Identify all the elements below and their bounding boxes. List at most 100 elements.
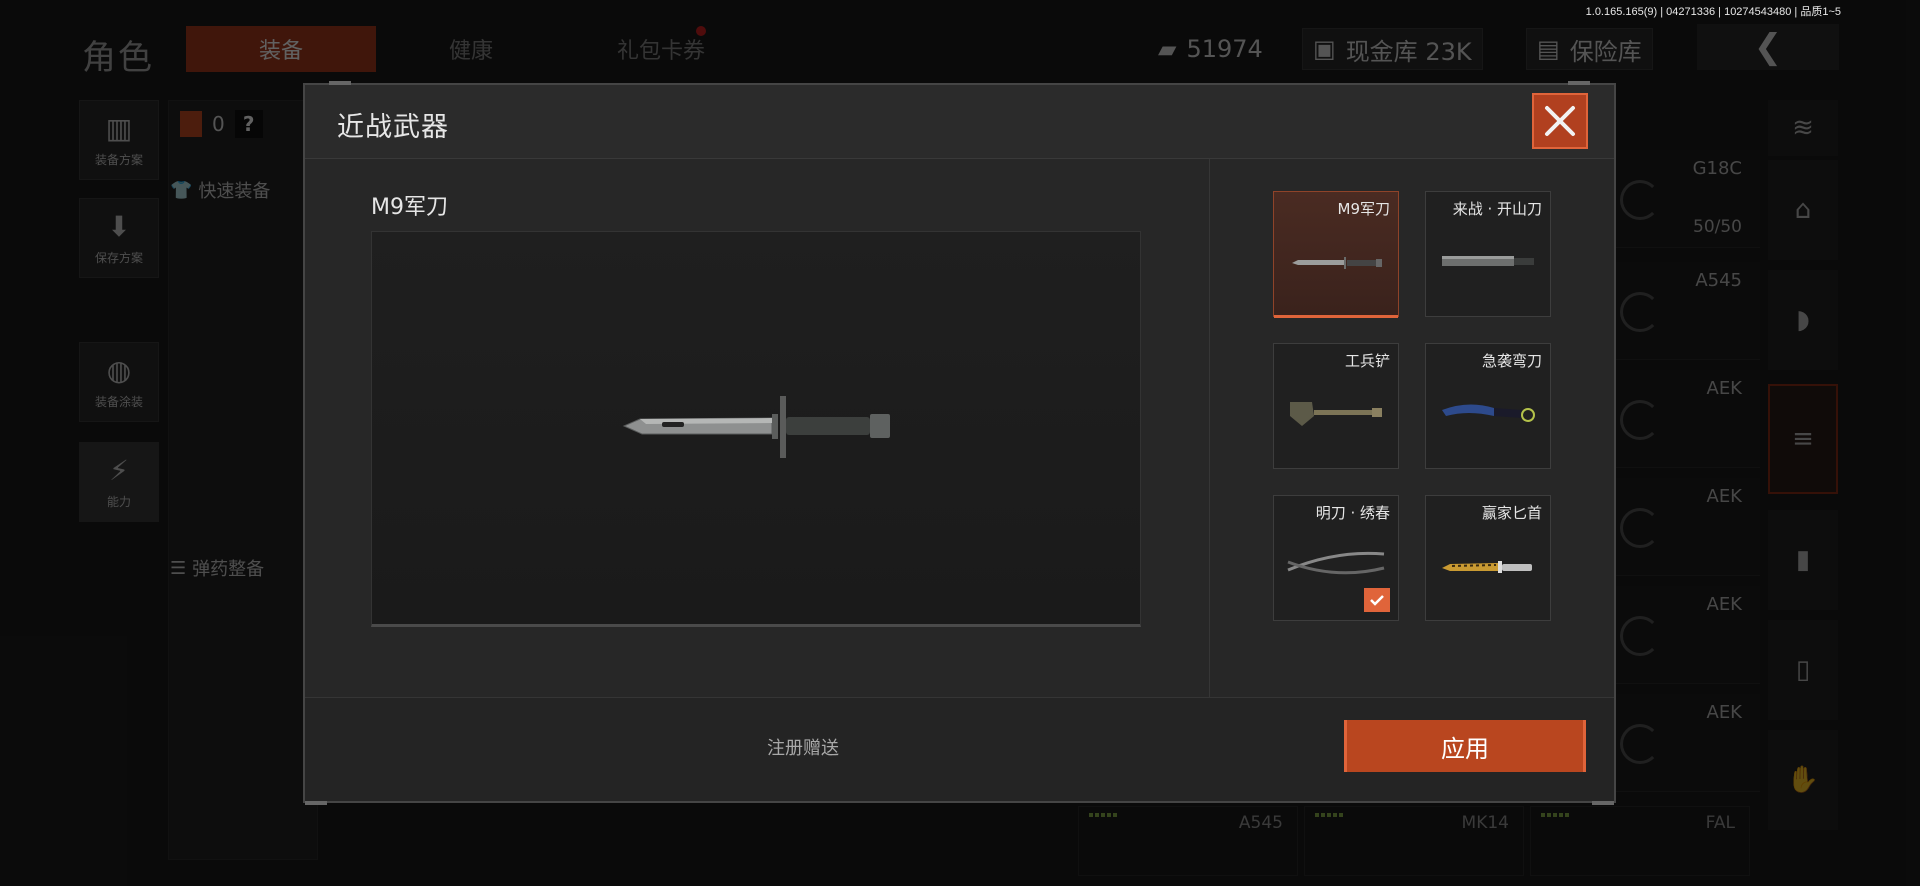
rarity-dots [1089,813,1119,817]
bottom-weapon-name: MK14 [1461,813,1509,833]
side-button-label: 能力 [106,495,131,509]
rarity-dots [1541,813,1571,817]
machete-icon [1442,256,1534,266]
equipment-panel [168,100,318,860]
backpack-icon [180,111,202,137]
bottom-weapon-name: FAL [1705,813,1735,833]
dagger-icon [1442,561,1532,573]
slot-weapon-name: AEK [1706,702,1743,723]
side-button-loadout[interactable]: ▥ 装备方案 [79,100,159,180]
back-arrow-icon: ❮ [1753,27,1783,67]
apply-button[interactable]: 应用 [1344,720,1586,772]
side-button-save[interactable]: ⬇ 保存方案 [79,198,159,278]
karambit-icon [1442,404,1535,422]
panel-divider [1209,159,1210,699]
weapon-item-name: 工兵铲 [1344,352,1390,370]
download-icon: ⬇ [107,210,131,243]
weapon-preview[interactable] [371,231,1141,627]
side-button-label: 装备方案 [94,153,143,167]
ammo-nav-icon[interactable]: ≡ [1768,384,1838,494]
side-button-ability[interactable]: ⚡ 能力 [79,442,159,522]
ammo-icon: ☰ [170,557,187,579]
dialog-footer: 注册赠送 应用 [305,697,1614,801]
slot-weapon-name: AEK [1706,486,1743,507]
m9-knife-icon [1292,257,1382,269]
check-icon [1370,595,1384,606]
weapon-item-winner-dagger[interactable]: 赢家匕首 [1425,495,1551,621]
bayonet-knife-image [622,396,890,458]
safe-icon: ▤ [1537,35,1560,63]
weapon-item-m9[interactable]: M9军刀 [1273,191,1399,318]
help-icon[interactable]: ? [234,110,263,138]
durability-ring [1620,180,1660,220]
durability-ring [1620,616,1660,656]
quick-equip-label: 快速装备 [198,181,271,202]
banknote-icon: ▰ [1158,35,1177,63]
ammo-tidy-button[interactable]: ☰ 弹药整备 [170,550,264,586]
close-button[interactable] [1532,93,1588,149]
slot-weapon-name: AEK [1706,378,1743,399]
tab-equipment[interactable]: 装备 [186,26,376,72]
durability-ring [1620,400,1660,440]
slot-ammo-count: 50/50 [1693,217,1742,237]
helmet-nav-icon[interactable]: ◗ [1768,270,1838,370]
weapon-item-karambit[interactable]: 急袭弯刀 [1425,343,1551,469]
counter-value: 0 [212,112,225,136]
tab-gift-cards-label: 礼包卡券 [616,39,705,64]
bottom-weapon-name: A545 [1238,813,1283,833]
tab-health[interactable]: 健康 [376,26,566,72]
quick-equip-button[interactable]: 👕 快速装备 [170,172,270,208]
side-button-label: 装备涂装 [94,395,143,409]
weapon-item-name: M9军刀 [1337,200,1391,218]
vault-icon: ▣ [1313,35,1336,63]
weapon-item-name: 赢家匕首 [1481,504,1542,522]
bottom-weapon-card[interactable]: MK14 [1304,806,1524,876]
character-title: 角色 [82,38,154,78]
safe-box-label: 保险库 [1569,37,1642,66]
dialog-header: 近战武器 [305,85,1614,159]
weapon-item-name: 明刀 · 绣春 [1315,504,1390,522]
weapon-preview-area: M9军刀 [305,159,1209,699]
currency-amount: 51974 [1186,35,1263,63]
weapon-item-machete[interactable]: 来战 · 开山刀 [1425,191,1551,317]
lightning-icon: ⚡ [109,454,129,487]
version-info: 1.0.165.165(9) | 04271336 | 10274543480 … [1585,6,1841,18]
durability-ring [1620,508,1660,548]
safe-box-button[interactable]: ▤ 保险库 [1526,28,1653,70]
bottom-weapon-card[interactable]: FAL [1530,806,1750,876]
side-button-label: 保存方案 [94,251,143,265]
cash-vault-button[interactable]: ▣ 现金库 23K [1302,28,1483,70]
shovel-icon [1290,402,1382,426]
bottom-weapon-card[interactable]: A545 [1078,806,1298,876]
durability-ring [1620,292,1660,332]
stack-icon[interactable]: ≋ [1768,100,1838,156]
close-icon [1545,106,1575,136]
weapon-item-name: 来战 · 开山刀 [1452,200,1542,218]
slot-weapon-name: G18C [1692,158,1742,179]
grip-icon[interactable]: ▯ [1768,620,1838,720]
vest-icon: ▥ [105,112,133,145]
ammo-tidy-label: 弹药整备 [192,559,265,580]
glove-icon[interactable]: ✋ [1768,730,1838,830]
dialog-title: 近战武器 [337,112,449,143]
equipped-check [1364,588,1390,612]
rarity-dots [1315,813,1345,817]
tab-gift-cards[interactable]: 礼包卡券 [566,26,756,72]
home-icon[interactable]: ⌂ [1768,160,1838,260]
magazine-icon[interactable]: ▮ [1768,510,1838,610]
helmet-icon: ◍ [106,354,132,387]
cash-vault-label: 现金库 23K [1345,37,1472,66]
back-button[interactable]: ❮ [1697,24,1839,70]
shirt-icon: 👕 [170,179,193,201]
melee-weapon-dialog: 近战武器 M9军刀 M9军刀 来战 · 开山刀 工兵铲 急袭弯刀 明刀 · 绣春… [303,81,1616,805]
durability-ring [1620,724,1660,764]
slot-weapon-name: AEK [1706,594,1743,615]
twin-blade-icon [1287,551,1385,575]
notification-dot [696,26,706,36]
side-button-skin[interactable]: ◍ 装备涂装 [79,342,159,422]
weapon-item-xiuchun-blade[interactable]: 明刀 · 绣春 [1273,495,1399,621]
obtain-method-text: 注册赠送 [767,738,839,759]
currency-display: ▰ 51974 [1148,28,1273,70]
equipment-panel-header: 0 ? [180,110,263,138]
weapon-item-shovel[interactable]: 工兵铲 [1273,343,1399,469]
